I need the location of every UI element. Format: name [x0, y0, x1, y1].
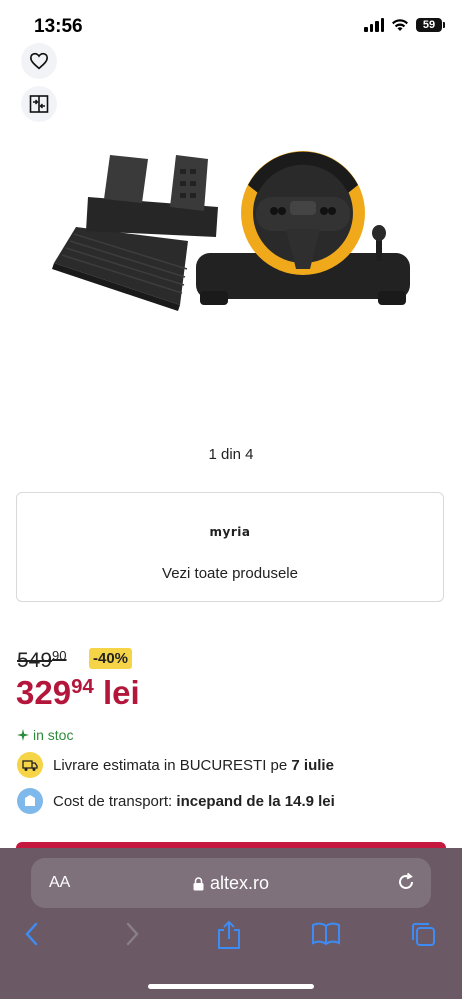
- home-indicator: [148, 984, 314, 989]
- current-price-int: 329: [16, 674, 72, 711]
- old-price-int: 549: [17, 649, 53, 673]
- old-price: 54990: [17, 648, 67, 673]
- delivery-date: 7 iulie: [291, 756, 334, 774]
- current-price: 32994 lei: [16, 674, 140, 712]
- favorite-button[interactable]: [21, 43, 57, 79]
- status-icons: 59: [364, 18, 445, 32]
- battery-level: 59: [422, 19, 436, 31]
- url-text: altex.ro: [209, 873, 270, 893]
- delivery-row: Livrare estimata in BUCURESTI pe 7 iulie: [17, 752, 334, 778]
- address-bar[interactable]: AA altex.ro: [31, 858, 431, 908]
- signal-icon: [364, 18, 384, 32]
- reload-icon[interactable]: [395, 871, 417, 893]
- delivery-label: Livrare estimata in BUCURESTI pe: [53, 756, 292, 774]
- wifi-icon: [392, 19, 408, 31]
- sparkle-icon: [17, 729, 29, 741]
- box-icon: [17, 788, 43, 814]
- stock-status: in stoc: [17, 727, 73, 743]
- brand-logo: myria: [17, 523, 443, 541]
- transport-label: Cost de transport:: [53, 792, 177, 810]
- gallery-counter: 1 din 4: [208, 446, 254, 463]
- view-all-products-link[interactable]: Vezi toate produsele: [17, 565, 443, 582]
- transport-text: Cost de transport: incepand de la 14.9 l…: [53, 793, 335, 810]
- discount-badge: -40%: [89, 648, 133, 669]
- status-time: 13:56: [34, 16, 83, 37]
- browser-bottom-bar: AA altex.ro: [0, 848, 462, 999]
- compare-icon: [29, 95, 49, 113]
- compare-button[interactable]: [21, 86, 57, 122]
- lock-icon: [193, 876, 204, 890]
- brand-logo-text: myria: [209, 525, 251, 539]
- product-image[interactable]: [48, 145, 418, 315]
- battery-icon: 59: [416, 18, 445, 32]
- heart-icon: [29, 52, 49, 70]
- tabs-icon[interactable]: [409, 920, 437, 948]
- current-price-dec: 94: [71, 674, 94, 698]
- browser-toolbar: [0, 920, 462, 956]
- stock-text: in stoc: [33, 727, 74, 743]
- delivery-text: Livrare estimata in BUCURESTI pe 7 iulie: [53, 757, 334, 774]
- forward-icon[interactable]: [124, 920, 140, 948]
- current-price-currency: lei: [102, 674, 140, 711]
- old-price-dec: 90: [52, 648, 67, 663]
- share-icon[interactable]: [216, 920, 242, 950]
- truck-icon: [17, 752, 43, 778]
- brand-card[interactable]: myria Vezi toate produsele: [16, 492, 444, 602]
- bookmarks-icon[interactable]: [311, 920, 341, 946]
- transport-row: Cost de transport: incepand de la 14.9 l…: [17, 788, 335, 814]
- transport-value: incepand de la 14.9 lei: [176, 792, 335, 810]
- back-icon[interactable]: [24, 920, 40, 948]
- url-display[interactable]: altex.ro: [31, 873, 431, 894]
